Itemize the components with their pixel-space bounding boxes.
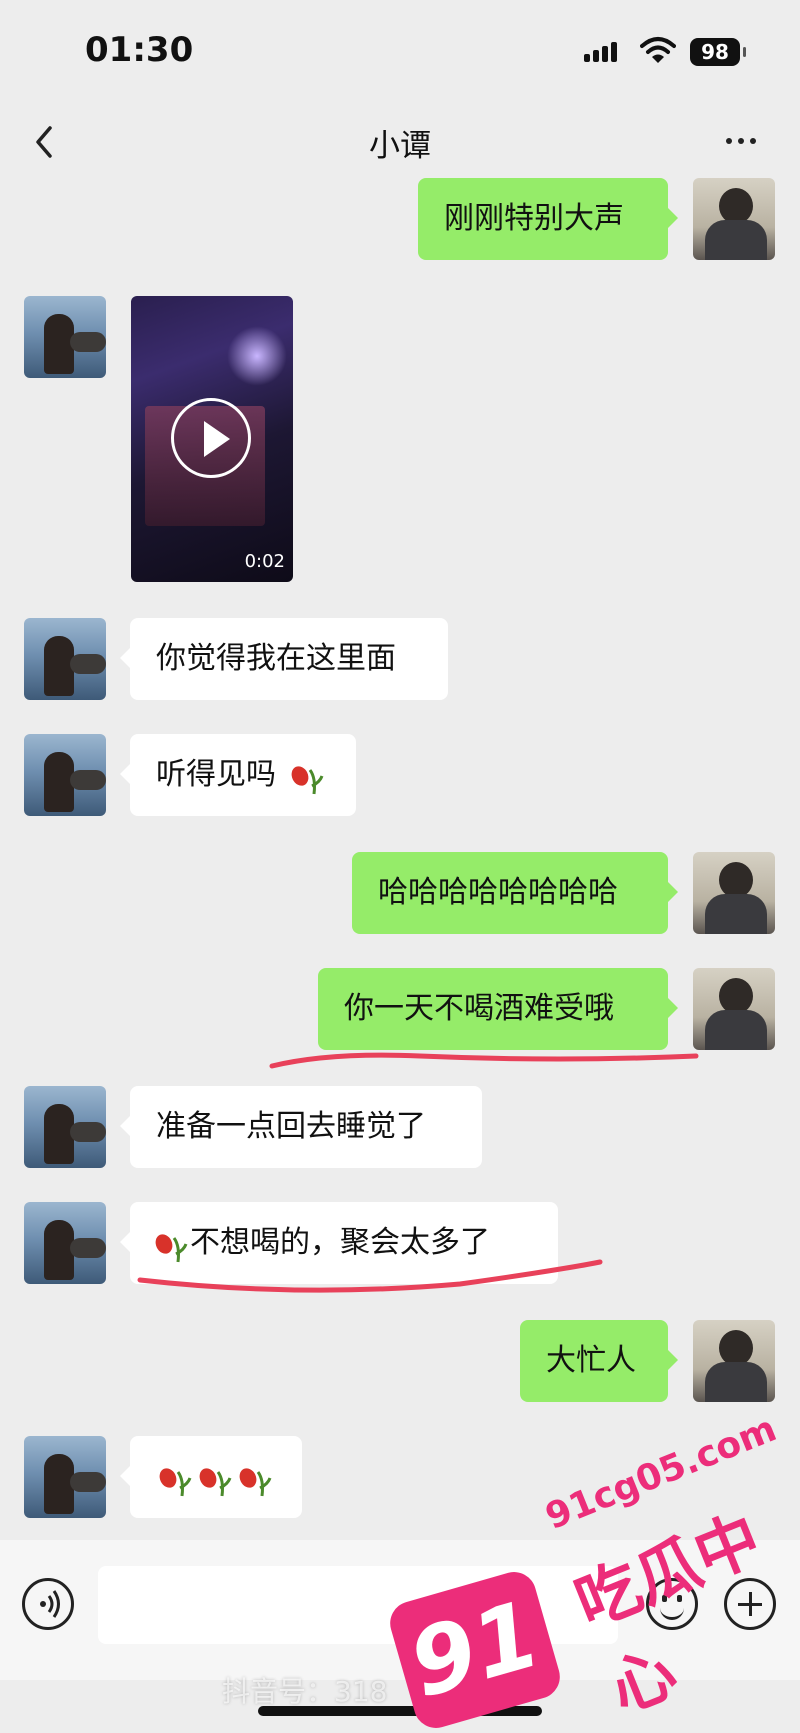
more-options-icon[interactable]: [726, 138, 756, 144]
contact-avatar[interactable]: [24, 1436, 106, 1518]
status-bar: 01:30 98: [0, 0, 800, 100]
message-bubble-sent[interactable]: 你一天不喝酒难受哦: [318, 968, 678, 1050]
my-avatar[interactable]: [693, 852, 775, 934]
message-bubble-sent[interactable]: 大忙人: [520, 1320, 678, 1402]
message-bubble-received[interactable]: 准备一点回去睡觉了: [120, 1086, 482, 1168]
signal-icon: [584, 40, 617, 62]
chat-header: 小谭: [0, 100, 800, 184]
message-text: 你一天不喝酒难受哦: [344, 991, 614, 1026]
contact-avatar[interactable]: [24, 1086, 106, 1168]
message-bubble-sent[interactable]: 哈哈哈哈哈哈哈哈: [352, 852, 678, 934]
message-bubble-received[interactable]: 你觉得我在这里面: [120, 618, 448, 700]
message-text: 大忙人: [546, 1343, 636, 1378]
message-bubble-received[interactable]: 不想喝的，聚会太多了: [120, 1202, 558, 1284]
contact-avatar[interactable]: [24, 1202, 106, 1284]
voice-input-icon[interactable]: [22, 1578, 74, 1630]
message-text: 听得见吗: [156, 757, 276, 792]
contact-avatar[interactable]: [24, 296, 106, 378]
video-message[interactable]: 0:02: [131, 296, 293, 582]
contact-avatar[interactable]: [24, 618, 106, 700]
message-bubble-sent[interactable]: 刚刚特别大声: [418, 178, 678, 260]
wilted-rose-emoji-icon: [199, 1467, 232, 1496]
wilted-rose-emoji-icon: [239, 1467, 272, 1496]
red-underline-1: [269, 1052, 699, 1069]
status-time: 01:30: [85, 30, 194, 70]
message-text: 哈哈哈哈哈哈哈哈: [378, 875, 618, 910]
wilted-rose-emoji-icon: [291, 765, 323, 794]
my-avatar[interactable]: [693, 178, 775, 260]
contact-avatar[interactable]: [24, 734, 106, 816]
message-text: 不想喝的，聚会太多了: [190, 1225, 490, 1260]
battery-icon: 98: [690, 38, 746, 66]
message-text: 你觉得我在这里面: [156, 641, 396, 676]
message-bubble-received[interactable]: 听得见吗: [120, 734, 356, 816]
chat-title: 小谭: [369, 128, 431, 164]
play-icon[interactable]: [171, 398, 251, 478]
message-text: 准备一点回去睡觉了: [156, 1109, 426, 1144]
message-text: 刚刚特别大声: [444, 201, 624, 236]
video-duration: 0:02: [244, 551, 285, 572]
my-avatar[interactable]: [693, 968, 775, 1050]
wilted-rose-emoji-icon: [155, 1233, 188, 1262]
wifi-icon: [640, 37, 676, 63]
my-avatar[interactable]: [693, 1320, 775, 1402]
message-bubble-received[interactable]: [120, 1436, 302, 1518]
wilted-rose-emoji-icon: [159, 1467, 192, 1496]
douyin-id: 抖音号：318: [222, 1675, 388, 1708]
